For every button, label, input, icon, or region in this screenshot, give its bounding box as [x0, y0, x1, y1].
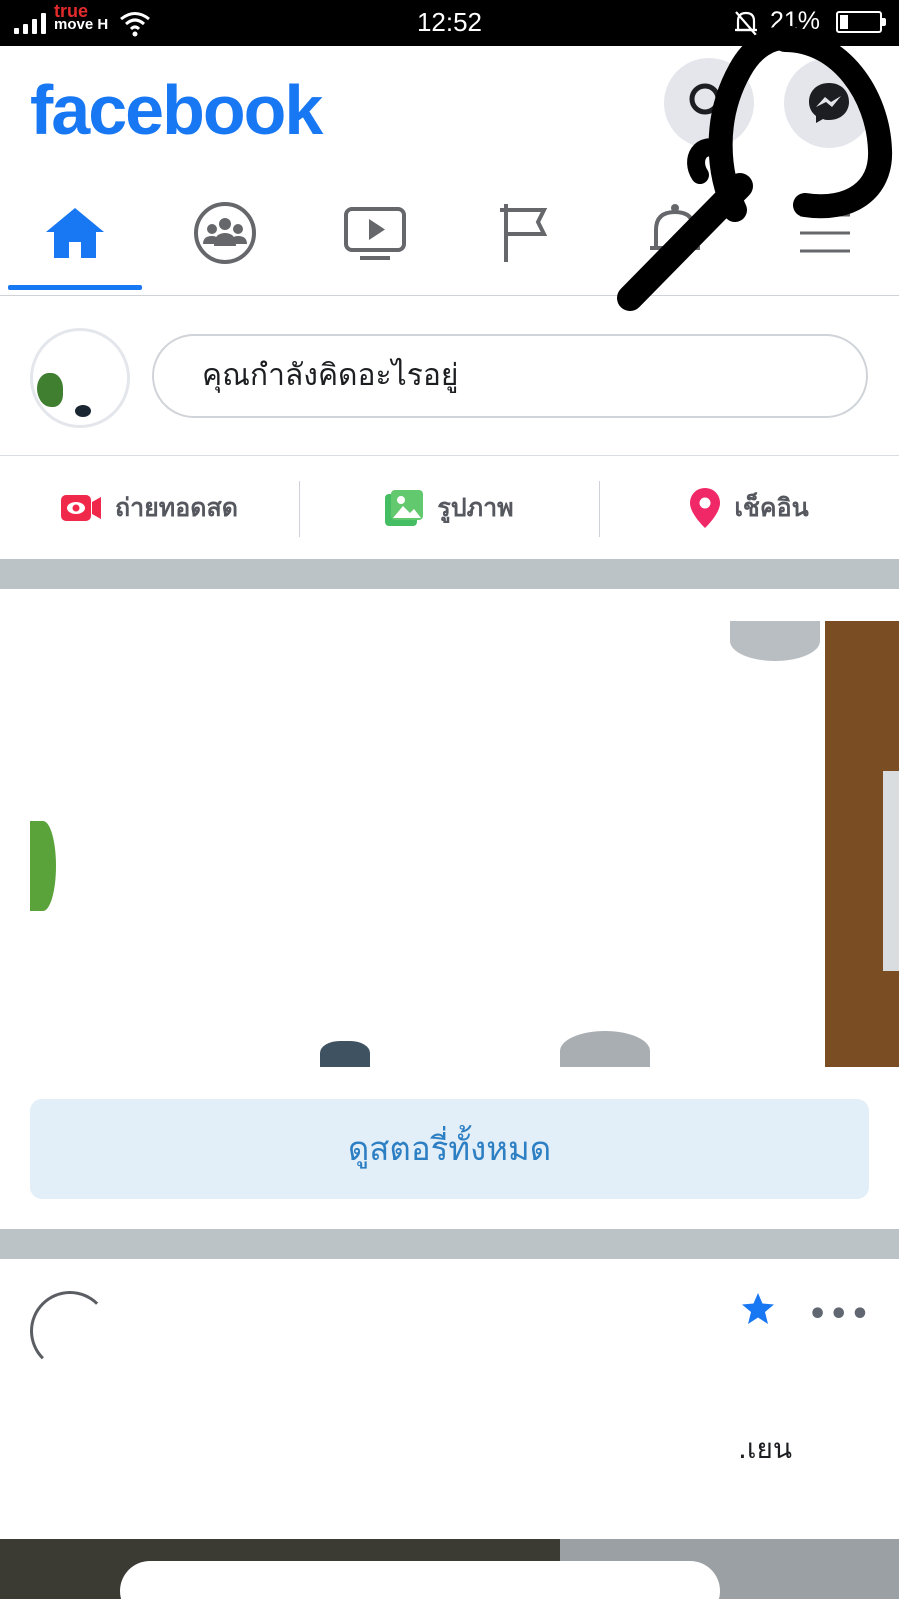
messenger-icon	[809, 83, 849, 123]
search-icon	[689, 83, 729, 123]
tab-watch[interactable]	[300, 180, 450, 296]
status-bar: true move H 12:52 21%	[0, 0, 899, 46]
see-all-stories-button[interactable]: ดูสตอรี่ทั้งหมด	[30, 1099, 869, 1199]
more-options-button[interactable]: •••	[808, 1297, 872, 1332]
photo-button[interactable]: รูปภาพ	[300, 457, 599, 559]
tab-groups[interactable]	[150, 180, 300, 296]
whats-on-your-mind-input[interactable]: คุณกำลังคิดอะไรอยู่	[152, 334, 868, 418]
clock: 12:52	[416, 7, 483, 37]
pages-flag-icon	[500, 204, 548, 262]
section-separator	[0, 1229, 899, 1259]
watch-icon	[344, 207, 406, 260]
composer-actions: ถ่ายทอดสด รูปภาพ เช็คอิน	[0, 457, 899, 559]
live-video-icon	[60, 495, 101, 521]
check-in-label: เช็คอิน	[734, 493, 809, 522]
post-author-avatar[interactable]	[30, 1291, 110, 1371]
search-button[interactable]	[664, 58, 754, 148]
photo-icon	[385, 490, 424, 526]
photo-label: รูปภาพ	[437, 493, 514, 522]
tab-menu[interactable]	[750, 180, 899, 296]
section-separator	[0, 559, 899, 589]
location-pin-icon	[690, 488, 721, 528]
check-in-button[interactable]: เช็คอิน	[600, 457, 899, 559]
user-avatar[interactable]	[30, 328, 130, 428]
battery-icon	[836, 11, 886, 33]
home-icon	[46, 208, 104, 258]
feed-post: ••• .เยน	[0, 1259, 899, 1599]
bell-icon	[650, 204, 700, 250]
facebook-logo: facebook	[30, 71, 323, 149]
active-tab-indicator	[8, 285, 142, 290]
live-video-label: ถ่ายทอดสด	[114, 493, 239, 522]
tab-notifications[interactable]	[600, 180, 750, 296]
messenger-button[interactable]	[784, 58, 874, 148]
post-composer: คุณกำลังคิดอะไรอยู่	[0, 296, 899, 456]
stories-section: ดูสตอรี่ทั้งหมด	[0, 589, 899, 1229]
live-video-button[interactable]: ถ่ายทอดสด	[0, 457, 299, 559]
groups-icon	[194, 202, 256, 264]
post-text: .เยน	[738, 1432, 793, 1465]
tab-pages[interactable]	[450, 180, 600, 296]
menu-icon	[800, 213, 850, 253]
bell-muted-icon	[735, 11, 757, 36]
tab-home[interactable]	[0, 180, 150, 296]
battery-percent: 21%	[770, 7, 821, 35]
star-icon[interactable]	[740, 1291, 776, 1327]
main-nav	[0, 180, 899, 296]
post-image[interactable]	[0, 1539, 899, 1599]
stories-carousel[interactable]	[30, 621, 899, 1067]
